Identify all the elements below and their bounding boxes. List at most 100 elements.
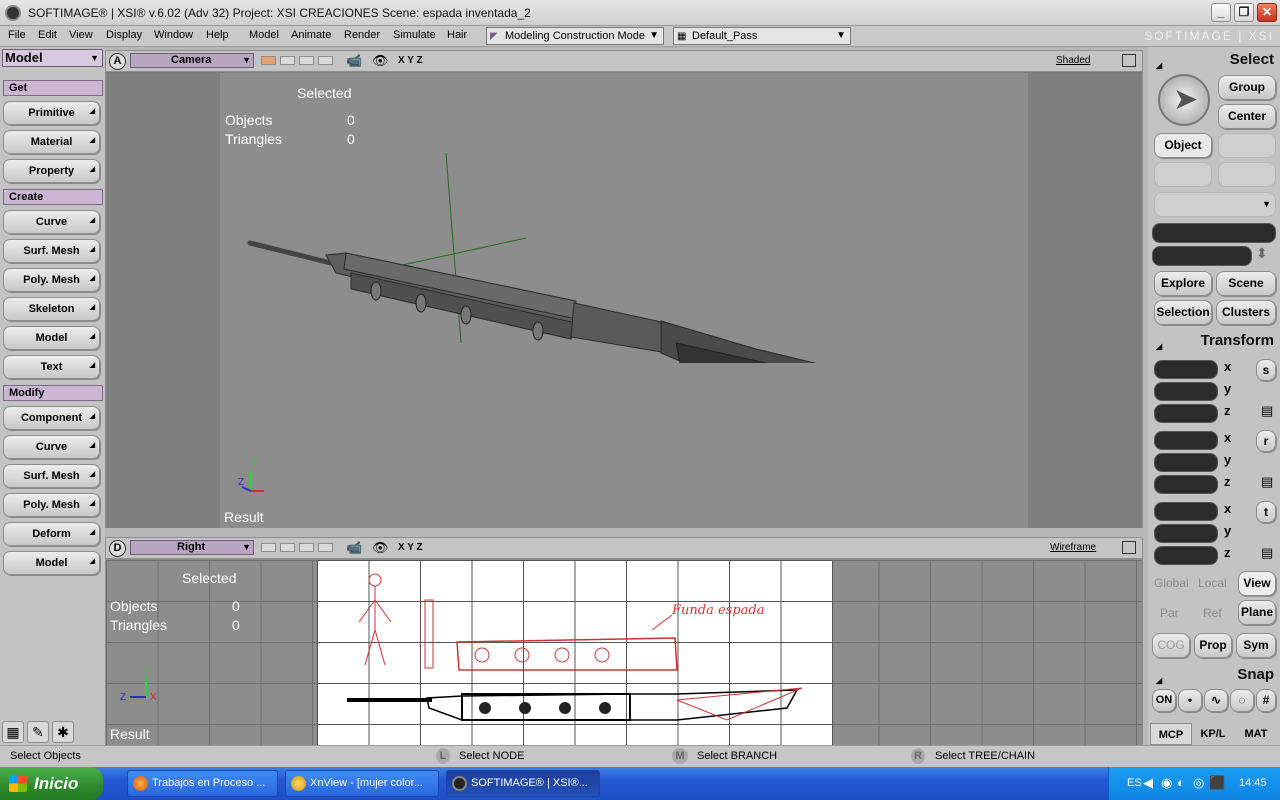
close-button[interactable]: ✕ — [1257, 3, 1277, 22]
select-section-header[interactable]: ◢ Select — [1150, 50, 1278, 70]
language-indicator[interactable]: ES — [1127, 777, 1142, 789]
tab-kpl[interactable]: KP/L — [1192, 723, 1234, 745]
transform-section-header[interactable]: ◢ Transform — [1150, 331, 1278, 351]
modify-deform-button[interactable]: Deform ◢ — [3, 522, 100, 546]
taskbar-item-softimage[interactable]: SOFTIMAGE® | XSI®... — [446, 770, 600, 797]
camera-icon[interactable]: 📹 — [346, 53, 362, 69]
toolbar-mode-selector[interactable]: Model ▼ — [2, 49, 103, 67]
view-memo-4[interactable] — [318, 56, 333, 65]
menu-render[interactable]: Render — [344, 29, 380, 41]
par-space-button[interactable]: Par — [1160, 606, 1179, 620]
modify-poly-mesh-button[interactable]: Poly. Mesh ◢ — [3, 493, 100, 517]
menu-window[interactable]: Window — [154, 29, 193, 41]
create-surf-mesh-button[interactable]: Surf. Mesh ◢ — [3, 239, 100, 263]
selection-filter-field[interactable] — [1152, 246, 1252, 266]
create-model-button[interactable]: Model ◢ — [3, 326, 100, 350]
select-center-button[interactable]: Center — [1218, 104, 1276, 129]
ref-space-button[interactable]: Ref — [1203, 606, 1222, 620]
plane-space-button[interactable]: Plane — [1238, 600, 1276, 625]
script-icon[interactable]: ✱ — [52, 721, 74, 743]
menu-file[interactable]: File — [8, 29, 26, 41]
view-memo-4[interactable] — [318, 543, 333, 552]
viewport-d-canvas[interactable]: Funda espada Selected Objects 0 Triangle… — [106, 560, 1142, 745]
viewport-a-canvas[interactable]: Selected Objects 0 Triangles 0 Result Y … — [106, 73, 1142, 528]
camera-selector[interactable]: Camera ▼ — [130, 53, 254, 68]
tray-network-icon[interactable]: ◉ — [1161, 775, 1172, 791]
snap-curve-icon[interactable]: ∿ — [1204, 689, 1228, 712]
scene-button[interactable]: Scene — [1216, 271, 1276, 296]
menu-model[interactable]: Model — [249, 29, 279, 41]
construction-mode-dropdown[interactable]: ◤ Modeling Construction Mode ▼ — [486, 27, 664, 45]
menu-help[interactable]: Help — [206, 29, 229, 41]
scale-z-button[interactable]: z — [1224, 403, 1231, 418]
translate-x-field[interactable] — [1154, 502, 1218, 521]
rotate-x-button[interactable]: x — [1224, 430, 1231, 445]
taskbar-item-firefox[interactable]: Trabajos en Proceso ... — [127, 770, 278, 797]
maximize-viewport-icon[interactable] — [1122, 541, 1136, 554]
clusters-button[interactable]: Clusters — [1216, 300, 1276, 325]
tray-arrow-icon[interactable]: ◀ — [1143, 775, 1153, 791]
selection-name-field[interactable] — [1152, 223, 1276, 243]
get-primitive-button[interactable]: Primitive ◢ — [3, 101, 100, 125]
eye-icon[interactable]: 👁 — [372, 53, 389, 69]
rotate-tool-button[interactable]: r — [1256, 430, 1276, 452]
create-poly-mesh-button[interactable]: Poly. Mesh ◢ — [3, 268, 100, 292]
select-empty-button[interactable] — [1154, 162, 1212, 187]
translate-z-field[interactable] — [1154, 546, 1218, 565]
translate-z-button[interactable]: z — [1224, 545, 1231, 560]
camera-selector[interactable]: Right ▼ — [130, 540, 254, 555]
global-space-button[interactable]: Global — [1154, 576, 1189, 590]
maximize-button[interactable]: ❐ — [1234, 3, 1254, 22]
selection-button[interactable]: Selection — [1154, 300, 1212, 325]
snap-grid-icon[interactable]: # — [1256, 689, 1276, 712]
select-group-button[interactable]: Group — [1218, 75, 1276, 100]
view-memo-2[interactable] — [280, 543, 295, 552]
translate-y-button[interactable]: y — [1224, 523, 1231, 538]
create-skeleton-button[interactable]: Skeleton ◢ — [3, 297, 100, 321]
select-filter-dropdown[interactable]: ▼ — [1154, 192, 1276, 217]
tray-security-icon[interactable]: ⬛ — [1209, 775, 1225, 791]
start-button[interactable]: Inicio — [0, 767, 103, 800]
palette-tools-icon[interactable]: ✎ — [27, 721, 49, 743]
translate-lock-icon[interactable]: ▤ — [1261, 545, 1273, 561]
display-mode-menu[interactable]: Wireframe — [1050, 542, 1096, 553]
select-arrow-tool[interactable]: ➤ — [1158, 74, 1210, 126]
get-property-button[interactable]: Property ◢ — [3, 159, 100, 183]
translate-x-button[interactable]: x — [1224, 501, 1231, 516]
eye-icon[interactable]: 👁 — [372, 540, 389, 556]
viewport-d[interactable]: D Right ▼ 📹 👁 X Y Z Wireframe Funda espa… — [105, 537, 1143, 745]
cog-button[interactable]: COG — [1152, 633, 1190, 658]
view-memo-2[interactable] — [280, 56, 295, 65]
get-material-button[interactable]: Material ◢ — [3, 130, 100, 154]
select-empty-button[interactable] — [1218, 162, 1276, 187]
explore-button[interactable]: Explore — [1154, 271, 1212, 296]
select-object-button[interactable]: Object — [1154, 133, 1212, 158]
viewport-a[interactable]: A Camera ▼ 📹 👁 X Y Z Shaded Selected Obje… — [105, 50, 1143, 528]
menu-simulate[interactable]: Simulate — [393, 29, 436, 41]
scale-y-button[interactable]: y — [1224, 381, 1231, 396]
spin-arrows-icon[interactable]: ⬍ — [1256, 245, 1268, 262]
scale-z-field[interactable] — [1154, 404, 1218, 423]
modify-surf-mesh-button[interactable]: Surf. Mesh ◢ — [3, 464, 100, 488]
rotate-z-field[interactable] — [1154, 475, 1218, 494]
prop-button[interactable]: Prop — [1194, 633, 1232, 658]
snap-on-button[interactable]: ON — [1152, 689, 1176, 712]
view-memo-3[interactable] — [299, 543, 314, 552]
modify-section-header[interactable]: Modify — [3, 385, 103, 401]
display-mode-menu[interactable]: Shaded — [1056, 55, 1090, 66]
render-pass-dropdown[interactable]: ▦ Default_Pass ▼ — [673, 27, 851, 45]
tray-app-icon[interactable]: ◎ — [1193, 775, 1204, 791]
modify-model-button[interactable]: Model ◢ — [3, 551, 100, 575]
rotate-lock-icon[interactable]: ▤ — [1261, 474, 1273, 490]
view-space-button[interactable]: View — [1238, 571, 1276, 596]
tab-mat[interactable]: MAT — [1234, 723, 1278, 745]
axis-toggle[interactable]: X Y Z — [398, 542, 423, 553]
select-empty-button[interactable] — [1218, 133, 1276, 158]
menu-display[interactable]: Display — [106, 29, 142, 41]
snap-section-header[interactable]: ◢ Snap — [1150, 665, 1278, 685]
minimize-button[interactable]: _ — [1211, 3, 1231, 22]
scale-tool-button[interactable]: s — [1256, 359, 1276, 381]
create-text-button[interactable]: Text ◢ — [3, 355, 100, 379]
snap-point-icon[interactable]: • — [1178, 689, 1202, 712]
camera-icon[interactable]: 📹 — [346, 540, 362, 556]
